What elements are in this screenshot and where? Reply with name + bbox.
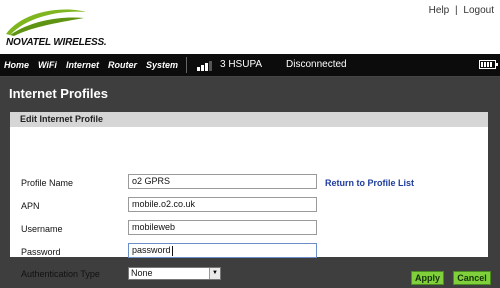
swoosh-icon bbox=[6, 9, 86, 36]
password-label: Password bbox=[21, 247, 61, 257]
battery-icon bbox=[479, 60, 498, 69]
text-caret bbox=[171, 245, 173, 256]
help-link[interactable]: Help bbox=[429, 5, 450, 16]
nav-home[interactable]: Home bbox=[4, 60, 29, 70]
apn-label: APN bbox=[21, 201, 40, 211]
connection-status: Disconnected bbox=[286, 59, 347, 70]
signal-strength-icon bbox=[197, 59, 217, 71]
nav-internet[interactable]: Internet bbox=[66, 60, 99, 70]
link-separator: | bbox=[455, 5, 458, 16]
profile-name-label: Profile Name bbox=[21, 178, 74, 188]
dropdown-arrow-icon[interactable]: ▼ bbox=[209, 268, 220, 279]
logout-link[interactable]: Logout bbox=[463, 5, 494, 16]
return-to-profile-list-link[interactable]: Return to Profile List bbox=[325, 178, 414, 188]
nav-bar: Home WiFi Internet Router System 3 HSUPA… bbox=[0, 54, 500, 77]
top-links: Help | Logout bbox=[429, 5, 494, 16]
auth-type-label: Authentication Type bbox=[21, 269, 100, 279]
main-content: Internet Profiles Edit Internet Profile … bbox=[0, 77, 500, 288]
profile-name-input[interactable]: o2 GPRS bbox=[128, 174, 317, 189]
header: NOVATEL WIRELESS. Help | Logout bbox=[0, 0, 500, 54]
edit-profile-panel: Edit Internet Profile Profile Name o2 GP… bbox=[10, 112, 488, 280]
username-value: mobileweb bbox=[132, 222, 176, 232]
nav-divider bbox=[186, 57, 187, 73]
profile-name-value: o2 GPRS bbox=[132, 176, 171, 186]
nav-wifi[interactable]: WiFi bbox=[38, 60, 57, 70]
password-value: password bbox=[132, 245, 171, 255]
password-input[interactable]: password bbox=[128, 243, 317, 258]
nav-router[interactable]: Router bbox=[108, 60, 137, 70]
username-input[interactable]: mobileweb bbox=[128, 220, 317, 235]
nav-system[interactable]: System bbox=[146, 60, 178, 70]
network-type: 3 HSUPA bbox=[220, 59, 263, 70]
nav-menu: Home WiFi Internet Router System bbox=[0, 54, 183, 76]
cancel-button[interactable]: Cancel bbox=[453, 271, 491, 285]
apn-input[interactable]: mobile.o2.co.uk bbox=[128, 197, 317, 212]
apn-value: mobile.o2.co.uk bbox=[132, 199, 196, 209]
brand-name: NOVATEL WIRELESS. bbox=[6, 37, 107, 48]
page-title: Internet Profiles bbox=[9, 86, 108, 101]
panel-header: Edit Internet Profile bbox=[10, 112, 488, 127]
auth-type-value: None bbox=[131, 268, 153, 278]
auth-type-select[interactable]: None ▼ bbox=[128, 267, 221, 280]
username-label: Username bbox=[21, 224, 63, 234]
apply-button[interactable]: Apply bbox=[411, 271, 444, 285]
brand-logo: NOVATEL WIRELESS. bbox=[4, 4, 107, 48]
